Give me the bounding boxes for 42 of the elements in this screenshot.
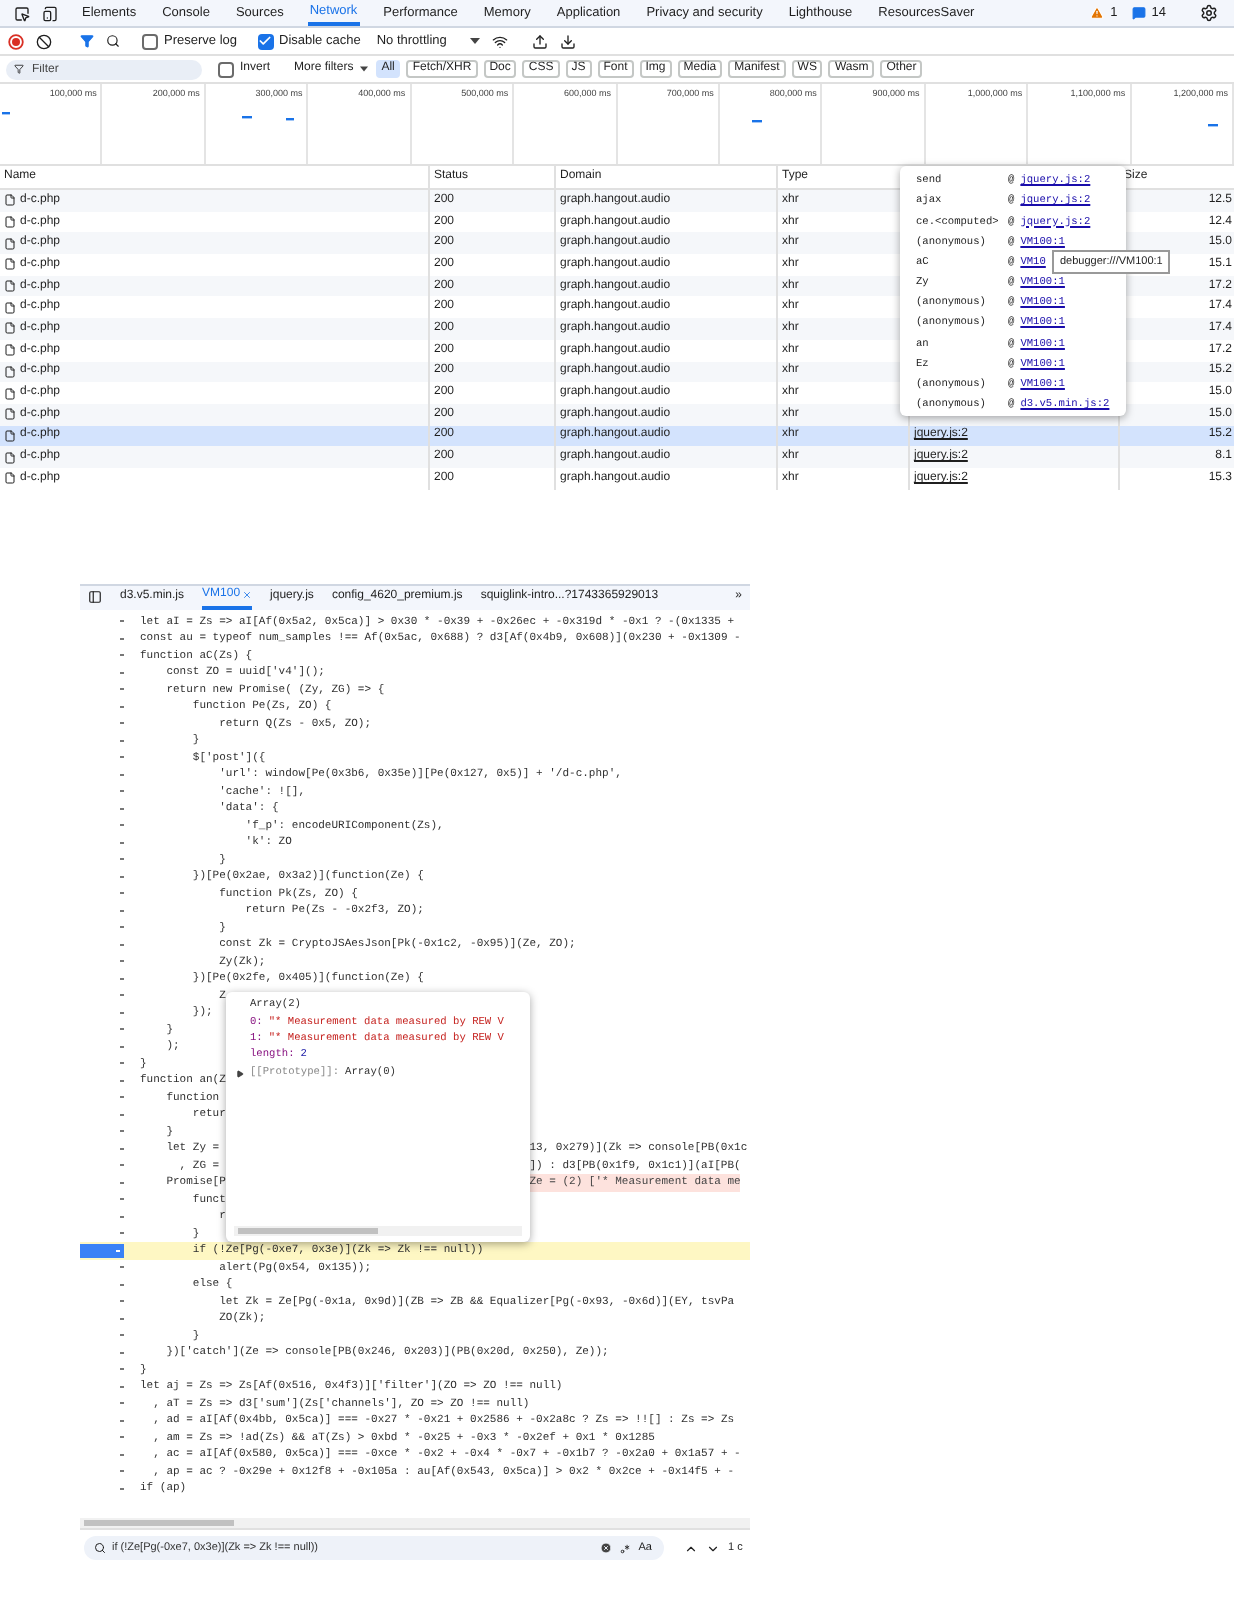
file-icon (4, 280, 16, 293)
invert-checkbox[interactable] (218, 61, 234, 77)
caret-icon (470, 38, 481, 44)
file-icon (4, 387, 16, 400)
breakpoint-marker[interactable] (80, 1243, 124, 1258)
settings-icon[interactable] (1200, 4, 1218, 22)
filter-icon[interactable] (80, 34, 94, 48)
import-icon[interactable] (532, 33, 549, 49)
inspect-icon[interactable] (14, 5, 30, 21)
file-icon (4, 472, 16, 485)
search-icon (94, 1542, 106, 1555)
record-icon[interactable] (8, 33, 24, 49)
disable-cache-checkbox[interactable] (257, 33, 273, 49)
preserve-log-checkbox[interactable] (142, 33, 158, 49)
file-icon (4, 237, 16, 250)
file-icon (4, 322, 16, 335)
filter-icon (14, 64, 24, 74)
device-toolbar-icon[interactable] (42, 5, 58, 21)
file-icon (4, 408, 16, 421)
warning-icon (1090, 6, 1105, 20)
popover-scrollbar[interactable] (234, 1225, 522, 1236)
file-icon (4, 216, 16, 229)
navigator-toggle-icon[interactable] (88, 590, 102, 605)
file-icon (4, 429, 16, 442)
file-icon (4, 365, 16, 378)
file-icon (4, 258, 16, 271)
horizontal-scrollbar[interactable] (80, 1517, 750, 1528)
expand-icon[interactable] (236, 1069, 244, 1078)
file-icon (4, 451, 16, 464)
clear-search-icon[interactable] (600, 1542, 613, 1555)
next-match-icon[interactable] (706, 1541, 720, 1556)
file-icon (4, 301, 16, 314)
search-icon[interactable] (106, 34, 120, 48)
file-icon (4, 194, 16, 207)
regex-icon[interactable] (620, 1543, 631, 1554)
network-conditions-icon[interactable] (492, 33, 509, 49)
caret-icon (359, 66, 368, 72)
previous-match-icon[interactable] (684, 1541, 698, 1556)
export-icon[interactable] (560, 33, 577, 49)
message-icon (1131, 6, 1146, 20)
clear-icon[interactable] (36, 33, 52, 49)
file-icon (4, 344, 16, 357)
